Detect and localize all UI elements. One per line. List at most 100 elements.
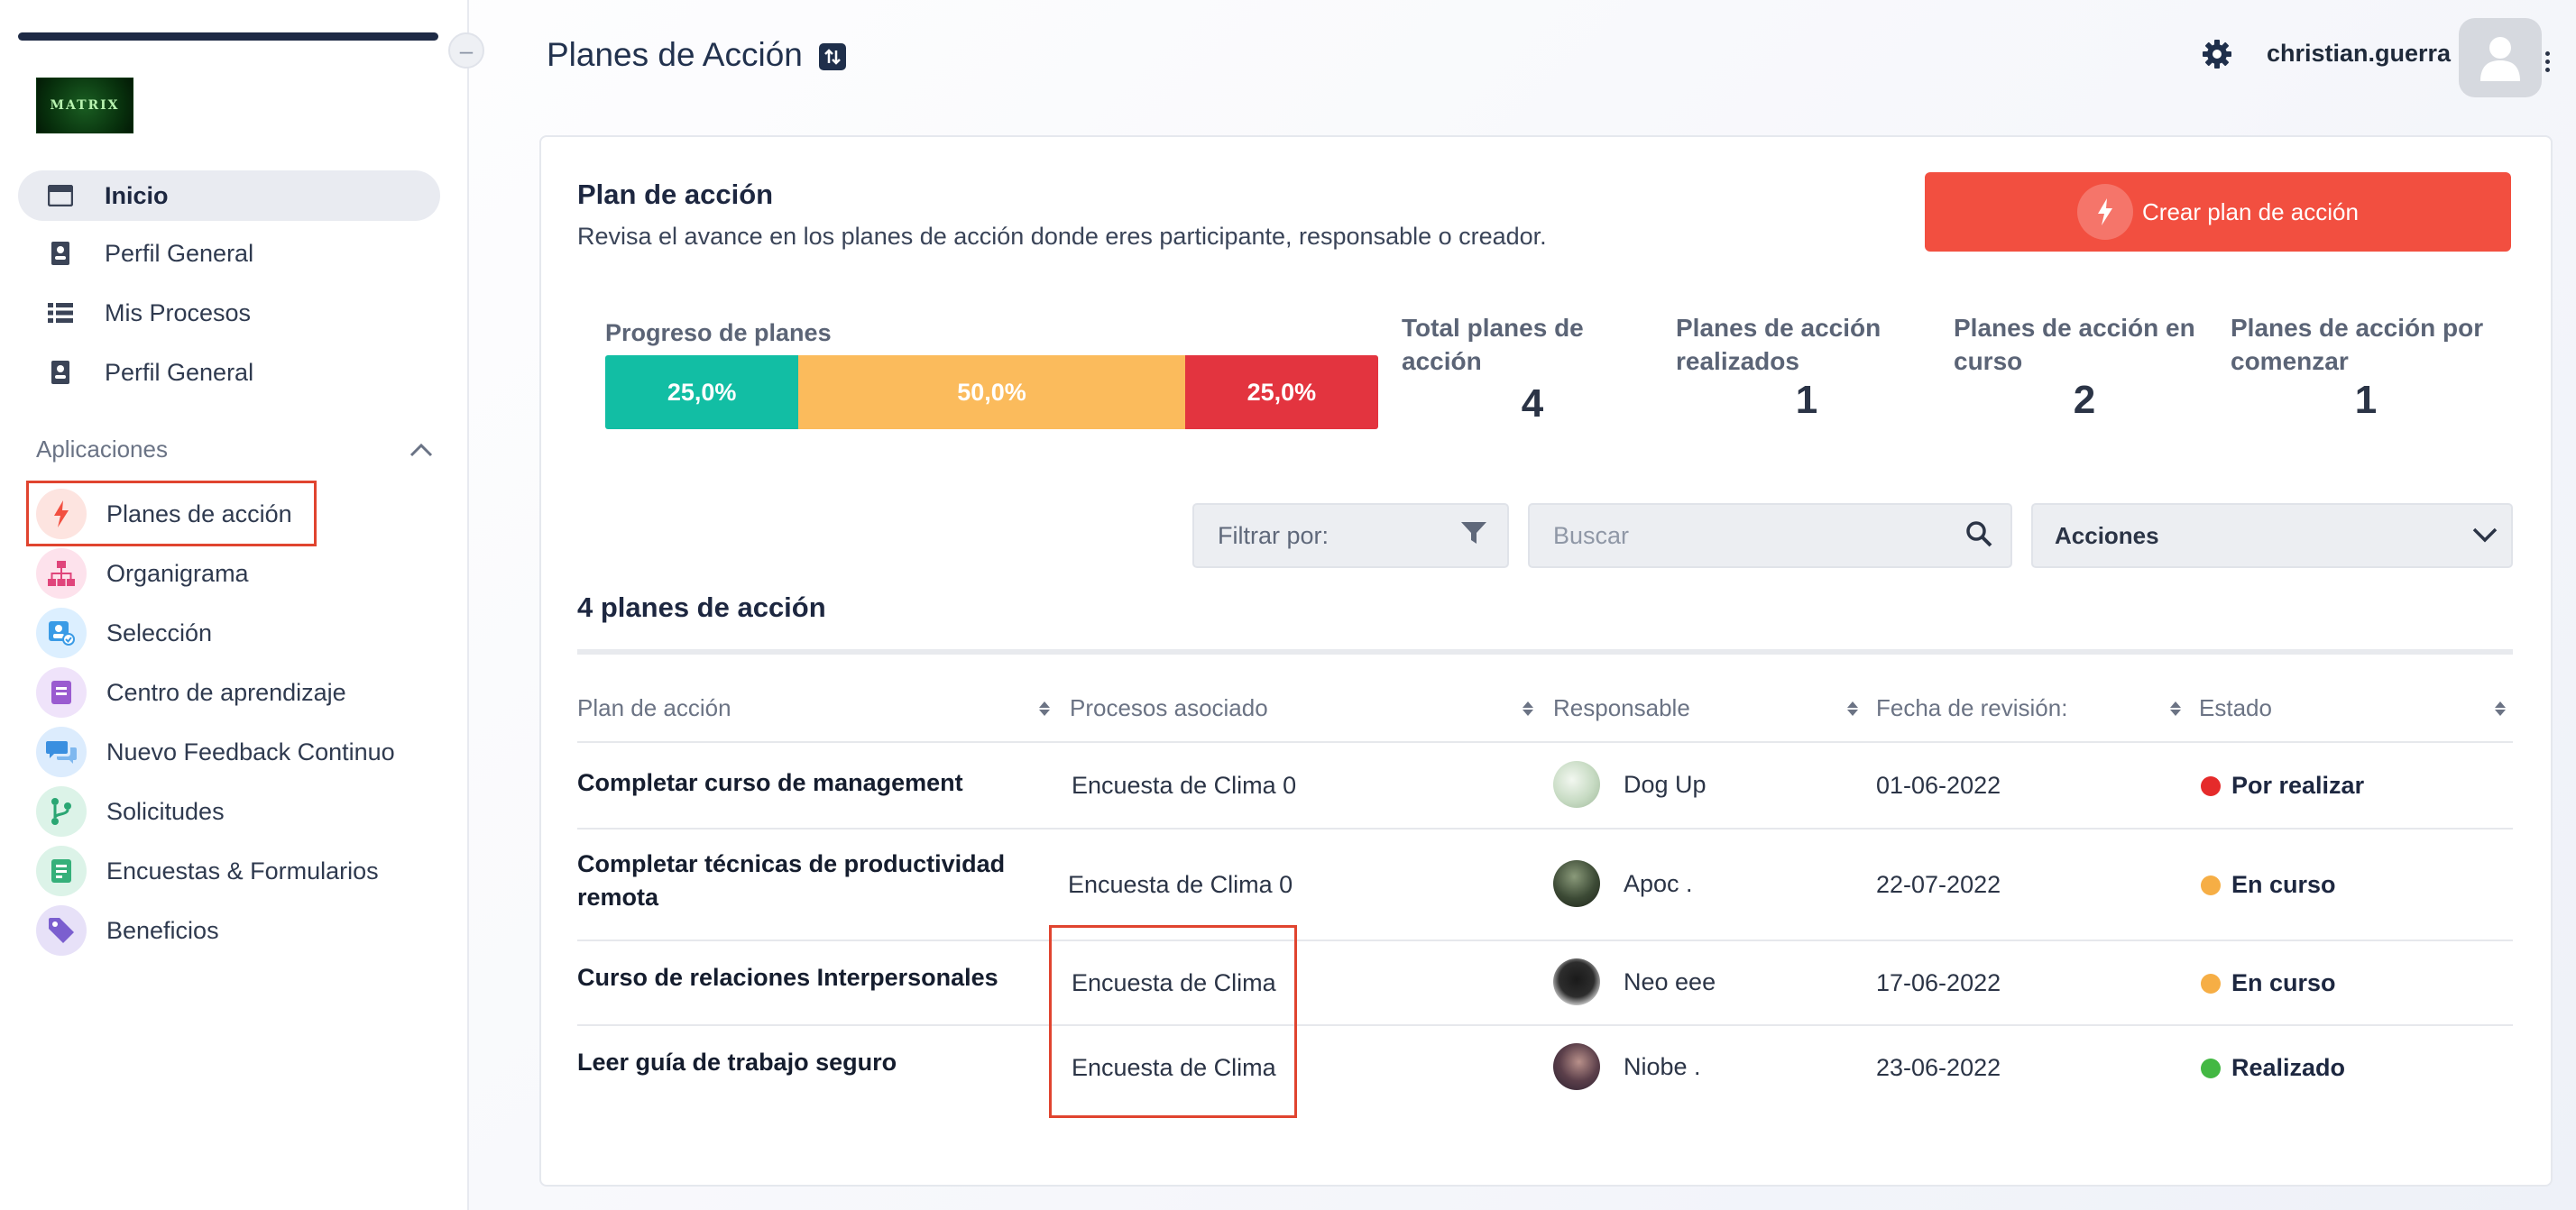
filter-funnel-icon xyxy=(1460,520,1487,552)
status-dot xyxy=(2201,875,2221,895)
stat-label: Planes de acción realizados xyxy=(1676,314,1881,375)
stat-label: Planes de acción en curso xyxy=(1954,314,2195,375)
row-fecha: 23-06-2022 xyxy=(1876,1054,2001,1081)
sort-icon[interactable] xyxy=(1523,701,1533,716)
page-title: Planes de Acción xyxy=(547,36,803,73)
settings-gear-icon[interactable] xyxy=(2201,38,2233,70)
row-plan-name[interactable]: Leer guía de trabajo seguro xyxy=(577,1046,1046,1079)
app-label: Organigrama xyxy=(106,559,249,587)
actions-dropdown[interactable]: Acciones xyxy=(2031,503,2513,568)
status-dot xyxy=(2201,973,2221,994)
app-seleccion[interactable]: Selección xyxy=(36,607,433,659)
row-fecha: 22-07-2022 xyxy=(1876,871,2001,898)
sidebar-item-label: Inicio xyxy=(105,181,169,209)
sidebar-top-bar xyxy=(18,32,438,41)
row-plan-name[interactable]: Curso de relaciones Interpersonales xyxy=(577,961,1046,995)
apps-section-header[interactable]: Aplicaciones xyxy=(36,431,433,467)
action-plans-card xyxy=(539,135,2553,1187)
search-input[interactable] xyxy=(1553,521,1950,550)
create-action-plan-button[interactable]: Crear plan de acción xyxy=(1925,172,2511,252)
branch-icon xyxy=(36,786,87,837)
column-label: Plan de acción xyxy=(577,694,731,721)
filter-label: Filtrar por: xyxy=(1218,521,1329,549)
app-feedback-continuo[interactable]: Nuevo Feedback Continuo xyxy=(36,726,433,778)
annotation-highlight-planes xyxy=(26,481,317,546)
app-label: Beneficios xyxy=(106,916,219,944)
sidebar-item-mis-procesos[interactable]: Mis Procesos xyxy=(18,288,440,338)
stat-value: 1 xyxy=(1795,378,1818,422)
swap-vertical-icon[interactable] xyxy=(819,43,846,70)
sidebar-item-perfil-general[interactable]: Perfil General xyxy=(18,228,440,279)
id-card-icon xyxy=(47,240,74,267)
sidebar-item-label: Mis Procesos xyxy=(105,298,252,326)
responsable-avatar xyxy=(1553,761,1600,808)
stat-label: Total planes de acción xyxy=(1402,314,1584,375)
sort-icon[interactable] xyxy=(2495,701,2506,716)
app-centro-aprendizaje[interactable]: Centro de aprendizaje xyxy=(36,666,433,719)
column-header-estado[interactable]: Estado xyxy=(2199,694,2511,722)
sidebar-item-inicio[interactable]: Inicio xyxy=(18,170,440,221)
row-estado: En curso xyxy=(2201,969,2336,997)
sort-icon[interactable] xyxy=(1847,701,1858,716)
app-label: Solicitudes xyxy=(106,797,225,825)
app-label: Selección xyxy=(106,619,213,646)
search-icon[interactable] xyxy=(1965,520,1992,552)
sort-icon[interactable] xyxy=(1039,701,1050,716)
progress-segment-en-curso: 50,0% xyxy=(798,355,1185,429)
annotation-highlight-procesos xyxy=(1049,925,1297,1118)
app-solicitudes[interactable]: Solicitudes xyxy=(36,785,433,838)
more-options-icon[interactable] xyxy=(2531,45,2563,78)
table-top-divider xyxy=(577,649,2513,655)
stat-value: 4 xyxy=(1521,381,1544,426)
status-label: En curso xyxy=(2231,969,2336,996)
sidebar-collapse-button[interactable]: – xyxy=(448,32,484,69)
row-plan-name[interactable]: Completar técnicas de productividad remo… xyxy=(577,848,1046,914)
stat-realizados: Planes de acción realizados 1 xyxy=(1676,311,1937,423)
stat-total: Total planes de acción 4 xyxy=(1402,311,1663,426)
app-label: Centro de aprendizaje xyxy=(106,678,346,706)
org-chart-icon xyxy=(36,548,87,599)
responsable-avatar xyxy=(1553,1043,1600,1090)
logo-text: MATRIX xyxy=(50,98,120,113)
column-label: Estado xyxy=(2199,694,2272,721)
filter-dropdown[interactable]: Filtrar por: xyxy=(1192,503,1509,568)
chevron-up-icon[interactable] xyxy=(409,435,433,463)
company-logo[interactable]: MATRIX xyxy=(36,78,133,133)
responsable-name: Dog Up xyxy=(1624,770,1707,798)
search-field[interactable] xyxy=(1528,503,2012,568)
column-header-proceso[interactable]: Procesos asociado xyxy=(1070,694,1539,722)
column-label: Procesos asociado xyxy=(1070,694,1268,721)
responsable-name: Neo eee xyxy=(1624,967,1716,995)
row-estado: Realizado xyxy=(2201,1054,2345,1082)
app-organigrama[interactable]: Organigrama xyxy=(36,547,433,600)
stat-en-curso: Planes de acción en curso 2 xyxy=(1954,311,2215,423)
progress-bar: 25,0% 50,0% 25,0% xyxy=(605,355,1378,429)
sidebar-item-label: Perfil General xyxy=(105,239,254,267)
row-responsable: Neo eee xyxy=(1553,958,1716,1005)
column-header-plan[interactable]: Plan de acción xyxy=(577,694,1055,722)
sidebar-item-perfil-general-2[interactable]: Perfil General xyxy=(18,347,440,398)
row-divider xyxy=(577,940,2513,941)
row-fecha: 01-06-2022 xyxy=(1876,772,2001,799)
sort-icon[interactable] xyxy=(2170,701,2181,716)
column-header-responsable[interactable]: Responsable xyxy=(1553,694,1863,722)
app-encuestas-formularios[interactable]: Encuestas & Formularios xyxy=(36,845,433,897)
row-plan-name[interactable]: Completar curso de management xyxy=(577,766,1046,800)
card-subtitle: Revisa el avance en los planes de acción… xyxy=(577,223,1547,250)
progress-label: Progreso de planes xyxy=(605,319,832,346)
card-title: Plan de acción xyxy=(577,179,774,210)
window-icon xyxy=(47,182,74,209)
form-icon xyxy=(36,846,87,896)
column-label: Fecha de revisión: xyxy=(1876,694,2068,721)
status-dot xyxy=(2201,1058,2221,1078)
row-proceso: Encuesta de Clima 0 xyxy=(1072,772,1297,799)
create-button-label: Crear plan de acción xyxy=(2142,197,2359,225)
column-header-fecha[interactable]: Fecha de revisión: xyxy=(1876,694,2186,722)
username[interactable]: christian.guerra xyxy=(2267,40,2451,68)
app-beneficios[interactable]: Beneficios xyxy=(36,904,433,957)
stat-label: Planes de acción por comenzar xyxy=(2231,314,2484,375)
sidebar: MATRIX Inicio Perfil General Mis Proceso… xyxy=(0,0,469,1210)
tag-icon xyxy=(36,905,87,956)
book-icon xyxy=(36,667,87,718)
user-avatar[interactable] xyxy=(2459,18,2542,97)
